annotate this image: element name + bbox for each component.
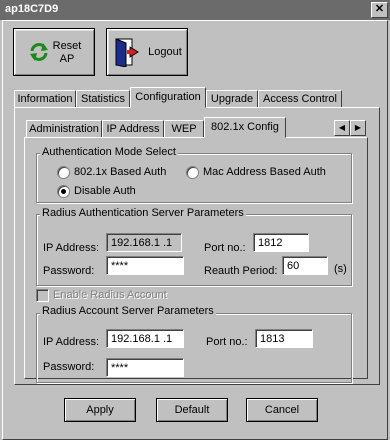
radius-auth-title: Radius Authentication Server Parameters <box>40 207 246 219</box>
tab-configuration[interactable]: Configuration <box>130 87 206 108</box>
enable-radius-account-label: Enable Radius Account <box>53 289 167 301</box>
subtab-8021x-config[interactable]: 802.1x Config <box>204 117 286 138</box>
arrow-right-icon: ▶ <box>354 123 362 132</box>
subtab-wep[interactable]: WEP <box>164 120 204 138</box>
tab-statistics[interactable]: Statistics <box>76 90 130 108</box>
radio-mac-label: Mac Address Based Auth <box>203 166 326 178</box>
radius-account-password-label: Password: <box>43 361 95 373</box>
radius-auth-ip-input[interactable]: 192.168.1 .1 <box>106 233 182 252</box>
cancel-button[interactable]: Cancel <box>246 398 318 422</box>
tab-scroll-left[interactable]: ◀ <box>334 120 350 136</box>
radius-account-ip-input[interactable]: 192.168.1 .1 <box>106 329 184 348</box>
reauth-period-input[interactable]: 60 <box>282 256 328 275</box>
tab-information[interactable]: Information <box>14 90 76 108</box>
enable-radius-account-checkbox[interactable] <box>36 289 49 302</box>
arrow-left-icon: ◀ <box>338 123 346 132</box>
close-icon: ✕ <box>374 3 385 15</box>
reset-label-2: AP <box>59 53 75 65</box>
reset-label-1: Reset <box>52 40 82 52</box>
radius-account-ip-label: IP Address: <box>43 336 100 348</box>
title-bar: ap18C7D9 ✕ <box>0 0 390 20</box>
radio-8021x-auth[interactable] <box>57 166 70 179</box>
radio-mac-auth[interactable] <box>186 166 199 179</box>
auth-mode-title: Authentication Mode Select <box>40 146 178 158</box>
radio-disable-label: Disable Auth <box>74 185 136 197</box>
reauth-period-label: Reauth Period: <box>204 265 278 277</box>
apply-button[interactable]: Apply <box>64 398 136 422</box>
logout-door-icon <box>115 38 139 67</box>
subtab-ip-address[interactable]: IP Address <box>102 120 164 138</box>
radius-auth-password-label: Password: <box>43 265 95 277</box>
default-button[interactable]: Default <box>156 398 228 422</box>
tab-scroll-right[interactable]: ▶ <box>350 120 366 136</box>
logout-label: Logout <box>148 46 182 58</box>
window-title: ap18C7D9 <box>5 3 59 15</box>
radius-auth-port-input[interactable]: 1812 <box>253 233 309 252</box>
radius-account-password-input[interactable]: **** <box>106 358 184 377</box>
logout-button[interactable]: Logout <box>106 28 188 76</box>
radius-account-title: Radius Account Server Parameters <box>40 305 216 317</box>
radius-auth-ip-label: IP Address: <box>43 242 100 254</box>
tab-access-control[interactable]: Access Control <box>258 90 342 108</box>
radius-account-port-label: Port no.: <box>206 336 248 348</box>
close-button[interactable]: ✕ <box>371 2 388 18</box>
radius-auth-password-input[interactable]: **** <box>106 256 184 275</box>
radius-auth-port-label: Port no.: <box>204 242 246 254</box>
refresh-icon <box>30 43 48 61</box>
radius-account-port-input[interactable]: 1813 <box>255 329 313 348</box>
radio-disable-auth[interactable] <box>57 185 70 198</box>
subtab-administration[interactable]: Administration <box>26 120 102 138</box>
reauth-unit: (s) <box>334 263 347 275</box>
tab-upgrade[interactable]: Upgrade <box>206 90 258 108</box>
reset-ap-button[interactable]: Reset AP <box>13 28 95 76</box>
radio-8021x-label: 802.1x Based Auth <box>74 166 167 178</box>
